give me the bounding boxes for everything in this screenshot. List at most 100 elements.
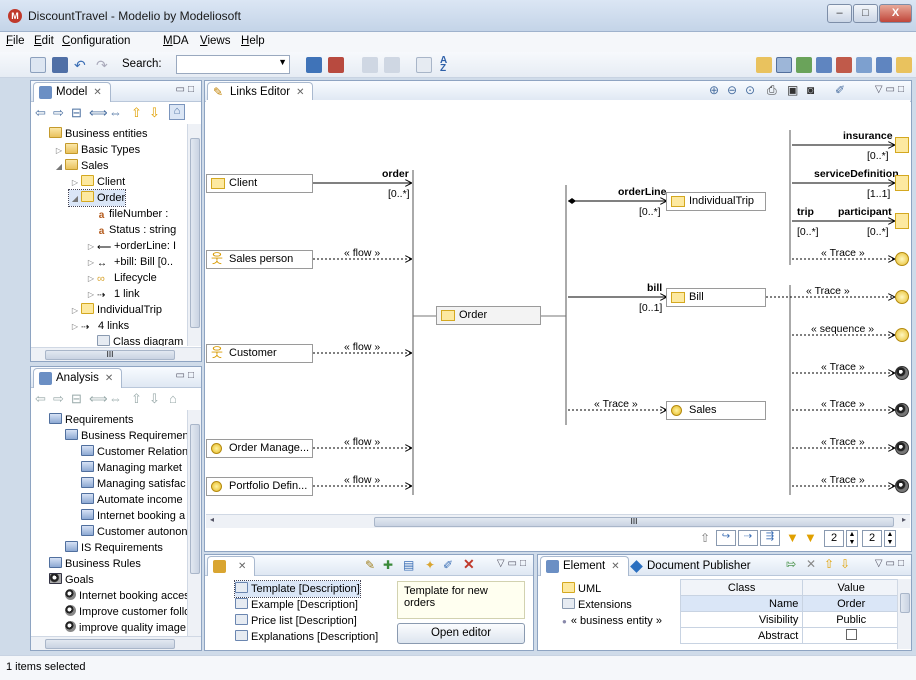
perspective-1-icon[interactable] (756, 57, 772, 73)
merge-icon[interactable] (384, 57, 400, 73)
pin-icon[interactable]: ✐ (835, 83, 845, 97)
menu-edit[interactable]: Edit (34, 35, 54, 47)
menu-file[interactable]: File (6, 35, 25, 47)
analysis-vscroll[interactable] (187, 410, 201, 636)
tree-item[interactable]: ▷ IndividualTrip (69, 302, 162, 318)
sync-icon[interactable]: ⇔ (109, 391, 122, 406)
class-node-icon[interactable] (895, 213, 909, 229)
node-sales-person[interactable]: 웃 Sales person (206, 250, 313, 269)
sync-icon[interactable]: ⇔ (109, 105, 122, 120)
tree-item[interactable]: Managing market (69, 460, 182, 476)
up-arrow-icon[interactable]: ⇧ (700, 531, 710, 545)
depth-left-spinner[interactable]: ▲ ▼ (846, 530, 858, 547)
edit-document-icon[interactable]: ✐ (443, 558, 453, 572)
add-note-icon[interactable]: ✚ (383, 558, 393, 572)
tree-item[interactable]: ◢ Sales (53, 158, 109, 174)
tree-item[interactable]: Goals (37, 572, 94, 588)
maximize-button[interactable]: □ (853, 4, 878, 23)
abstract-checkbox[interactable] (845, 628, 857, 640)
close-icon[interactable]: ✕ (296, 87, 304, 98)
expand-toggle-icon[interactable]: ◢ (53, 159, 65, 175)
tree-item[interactable]: Customer Relation (69, 444, 187, 460)
goal-node-icon[interactable] (895, 252, 909, 266)
expand-toggle-icon[interactable]: ▷ (85, 287, 97, 303)
tree-item[interactable]: Improve customer follo (53, 604, 187, 620)
diagram-hscroll[interactable]: ◂ III ▸ (206, 514, 910, 528)
note-item[interactable]: Explanations [Description] (235, 629, 378, 645)
perspective-4-icon[interactable] (816, 57, 832, 73)
chevron-down-icon[interactable]: ▼ (278, 57, 287, 67)
expand-toggle-icon[interactable]: ▷ (85, 239, 97, 255)
tree-item[interactable]: Customer autonon (69, 524, 187, 540)
tab-element[interactable]: Element ✕ (540, 556, 629, 576)
tab-links-editor[interactable]: ✎ Links Editor ✕ (207, 82, 314, 102)
node-order-management[interactable]: Order Manage... (206, 439, 313, 458)
node-bill[interactable]: Bill (666, 288, 766, 307)
dark-goal-node-icon[interactable] (895, 366, 909, 380)
table-row[interactable]: Abstract (680, 627, 900, 644)
element-vscroll-thumb[interactable] (900, 593, 910, 613)
new-document-icon[interactable]: ✦ (425, 558, 435, 572)
menu-help[interactable]: Help (241, 35, 265, 47)
view-menu-icon[interactable]: ▽▭□ (497, 558, 529, 569)
model-vscroll-thumb[interactable] (190, 138, 200, 328)
diagram-hscroll-thumb[interactable]: III (374, 517, 894, 527)
close-icon[interactable]: ✕ (238, 561, 246, 572)
tree-item[interactable]: ▷ Basic Types (53, 142, 140, 158)
minimize-maximize-icon[interactable]: ▭□ (176, 370, 198, 381)
down-arrow-icon[interactable]: ⇩ (840, 557, 850, 571)
close-icon[interactable]: ✕ (611, 561, 619, 572)
edit-note-icon[interactable]: ✎ (365, 558, 375, 572)
forward-arrow-icon[interactable]: ⇨ (53, 105, 64, 121)
sort-az-icon[interactable]: AZ (440, 56, 456, 74)
save-image-icon[interactable]: ▣ (787, 83, 798, 97)
scroll-left-icon[interactable]: ◂ (210, 515, 214, 524)
tree-item[interactable]: ▷ ⇢ 4 links (69, 318, 129, 334)
goal-node-icon[interactable] (895, 328, 909, 342)
tree-item[interactable]: ◢ Order (67, 189, 127, 207)
minimize-maximize-icon[interactable]: ▭□ (176, 84, 198, 95)
down-arrow-icon[interactable]: ⇩ (149, 105, 160, 121)
model-hscroll[interactable]: III (31, 347, 201, 361)
menu-mda[interactable]: MDA (163, 35, 189, 47)
close-icon[interactable]: ✕ (93, 87, 101, 98)
print-icon[interactable]: ⎙ (767, 83, 777, 98)
tree-item[interactable]: improve quality image (53, 620, 186, 636)
element-vscroll[interactable] (897, 579, 911, 649)
note-item[interactable]: Price list [Description] (235, 613, 357, 629)
undo-icon[interactable]: ↶ (74, 57, 90, 73)
down-arrow-icon[interactable]: ⇩ (149, 391, 160, 407)
perspective-2-icon[interactable] (776, 57, 792, 73)
zoom-out-icon[interactable]: ⊖ (727, 83, 737, 97)
class-node-icon[interactable] (895, 175, 909, 191)
up-arrow-icon[interactable]: ⇧ (131, 105, 142, 121)
home-icon[interactable]: ⌂ (169, 104, 185, 120)
menu-configuration[interactable]: Configuration (62, 35, 130, 47)
zoom-fit-icon[interactable]: ⊙ (745, 83, 755, 97)
expand-toggle-icon[interactable]: ◢ (69, 191, 81, 207)
tree-item[interactable]: IS Requirements (53, 540, 163, 556)
document-icon[interactable] (416, 57, 432, 73)
import-icon[interactable] (306, 57, 322, 73)
redo-icon[interactable]: ↷ (96, 57, 112, 73)
perspective-5-icon[interactable] (836, 57, 852, 73)
delete-icon[interactable]: ✕ (463, 556, 475, 573)
model-hscroll-thumb[interactable]: III (45, 350, 175, 360)
tree-item[interactable]: ▷ ⟵ +orderLine: I (85, 238, 176, 254)
tab-model[interactable]: Model ✕ (33, 82, 111, 102)
tree-item[interactable]: Automate income (69, 492, 183, 508)
search-input[interactable]: ▼ (176, 55, 290, 74)
tab-document-publisher[interactable]: Document Publisher (624, 556, 760, 576)
node-client[interactable]: Client (206, 174, 313, 193)
node-individual-trip[interactable]: IndividualTrip (666, 192, 766, 211)
property-value[interactable]: Order (802, 595, 900, 612)
back-arrow-icon[interactable]: ⇦ (35, 391, 46, 407)
dark-goal-node-icon[interactable] (895, 403, 909, 417)
expand-toggle-icon[interactable]: ▷ (53, 143, 65, 159)
category-business-entity[interactable]: ● « business entity » (562, 613, 662, 629)
abstract-checkbox-cell[interactable] (802, 627, 900, 644)
dark-goal-node-icon[interactable] (895, 479, 909, 493)
tab-analysis[interactable]: Analysis ✕ (33, 368, 123, 388)
tree-item[interactable]: Business Requirements (53, 428, 187, 444)
view-menu-icon[interactable]: ▽▭□ (875, 84, 907, 95)
